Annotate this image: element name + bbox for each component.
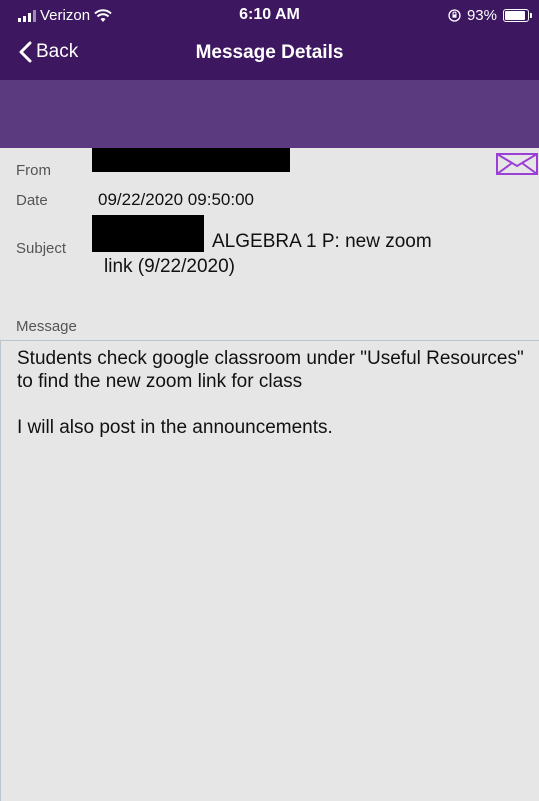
message-label: Message <box>16 318 77 335</box>
chevron-left-icon <box>19 41 32 63</box>
subject-prefix-redacted <box>92 215 204 252</box>
date-value: 09/22/2020 09:50:00 <box>98 190 254 209</box>
back-label: Back <box>36 41 79 62</box>
page-title: Message Details <box>195 42 344 63</box>
battery-icon <box>503 9 532 22</box>
subject-line-2: link (9/22/2020) <box>104 256 235 277</box>
message-paragraph-1: Students check google classroom under "U… <box>17 348 524 392</box>
battery-group: 93% <box>448 7 532 24</box>
back-button[interactable]: Back <box>18 41 78 63</box>
message-paragraph-2: I will also post in the announcements. <box>17 417 333 438</box>
battery-percent: 93% <box>466 7 497 24</box>
nav-bar: Back Message Details <box>0 30 539 80</box>
date-label: Date <box>16 192 48 209</box>
message-body: Students check google classroom under "U… <box>0 340 539 801</box>
from-label: From <box>16 162 51 179</box>
envelope-icon[interactable] <box>495 152 539 176</box>
from-value-redacted <box>92 148 290 172</box>
subject-line-1: ALGEBRA 1 P: new zoom <box>212 231 432 252</box>
battery-level <box>505 11 526 20</box>
subject-label: Subject <box>16 240 67 257</box>
orientation-lock-icon <box>448 9 461 22</box>
status-bar: Verizon 6:10 AM 93% <box>0 0 539 30</box>
header-band <box>0 80 539 148</box>
